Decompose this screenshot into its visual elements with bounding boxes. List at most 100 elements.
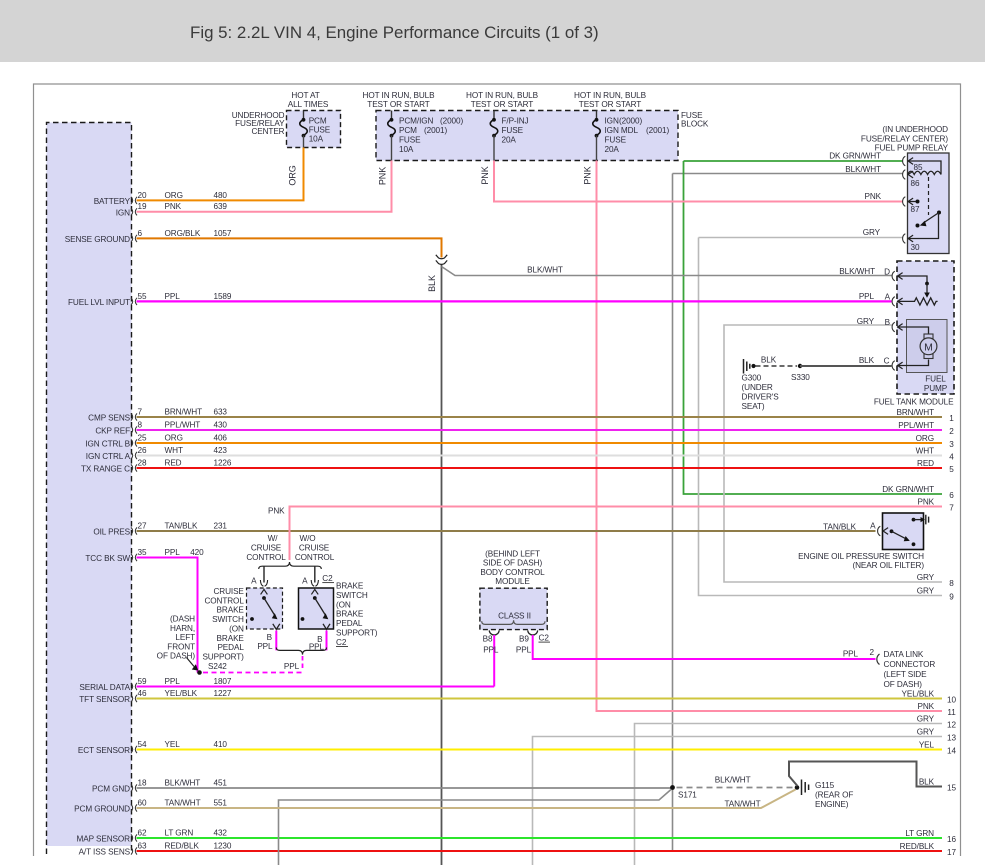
svg-text:TEST OR START: TEST OR START (367, 100, 429, 109)
svg-text:PPL: PPL (165, 677, 181, 686)
svg-text:TAN/WHT: TAN/WHT (165, 798, 201, 807)
svg-text:FUSE: FUSE (502, 126, 524, 135)
svg-text:PCM/IGN: PCM/IGN (399, 116, 434, 125)
svg-text:20: 20 (138, 191, 147, 200)
svg-text:15: 15 (947, 783, 956, 792)
svg-text:25: 25 (138, 433, 147, 442)
svg-text:PPL: PPL (257, 642, 273, 651)
svg-text:PPL/WHT: PPL/WHT (898, 421, 934, 430)
svg-text:(2001): (2001) (424, 126, 447, 135)
svg-text:WHT: WHT (165, 446, 183, 455)
svg-text:430: 430 (214, 420, 228, 429)
svg-text:(2001): (2001) (646, 126, 669, 135)
svg-text:7: 7 (949, 503, 954, 512)
svg-text:11: 11 (947, 708, 956, 717)
svg-text:6: 6 (949, 491, 954, 500)
svg-text:SENSE GROUND: SENSE GROUND (65, 235, 130, 244)
svg-text:BLK/WHT: BLK/WHT (715, 776, 751, 785)
svg-text:551: 551 (214, 798, 228, 807)
svg-text:420: 420 (190, 548, 204, 557)
svg-text:B9: B9 (519, 635, 529, 644)
svg-text:CONNECTOR: CONNECTOR (884, 660, 936, 669)
svg-text:27: 27 (138, 521, 147, 530)
svg-text:BLK: BLK (427, 275, 437, 292)
svg-text:MAP SENSOR: MAP SENSOR (77, 835, 131, 844)
svg-text:5: 5 (949, 465, 954, 474)
svg-text:TCC BK SW: TCC BK SW (85, 554, 130, 563)
svg-text:ENGINE): ENGINE) (815, 800, 849, 809)
svg-text:62: 62 (138, 828, 147, 837)
svg-text:406: 406 (214, 433, 228, 442)
svg-text:SWITCH: SWITCH (336, 591, 368, 600)
svg-text:IGN CTRL A: IGN CTRL A (86, 452, 131, 461)
svg-text:1807: 1807 (214, 677, 232, 686)
svg-text:(ON: (ON (229, 624, 244, 633)
svg-text:W/O: W/O (299, 534, 315, 543)
svg-text:DK GRN/WHT: DK GRN/WHT (882, 485, 934, 494)
svg-text:87: 87 (911, 205, 920, 214)
svg-text:LEFT: LEFT (175, 633, 195, 642)
svg-text:LT GRN: LT GRN (165, 828, 194, 837)
svg-text:YEL: YEL (165, 740, 181, 749)
svg-text:4: 4 (949, 452, 954, 461)
svg-text:IGN: IGN (605, 116, 619, 125)
svg-text:46: 46 (138, 689, 147, 698)
svg-text:BRAKE: BRAKE (336, 582, 364, 591)
svg-text:MODULE: MODULE (495, 577, 530, 586)
svg-text:ENGINE OIL PRESSURE SWITCH: ENGINE OIL PRESSURE SWITCH (798, 552, 924, 561)
svg-text:FUSE/RELAY CENTER): FUSE/RELAY CENTER) (861, 134, 948, 143)
svg-text:CONTROL: CONTROL (246, 553, 286, 562)
svg-text:A: A (885, 293, 891, 302)
svg-text:YEL/BLK: YEL/BLK (165, 689, 198, 698)
svg-text:CRUISE: CRUISE (251, 543, 282, 552)
svg-text:(IN UNDERHOOD: (IN UNDERHOOD (882, 125, 948, 134)
svg-text:OF DASH): OF DASH) (884, 680, 923, 689)
svg-text:BRAKE: BRAKE (336, 610, 364, 619)
svg-text:451: 451 (214, 778, 228, 787)
svg-text:HOT IN RUN, BULB: HOT IN RUN, BULB (363, 91, 436, 100)
svg-text:B: B (267, 633, 273, 642)
svg-text:1589: 1589 (214, 292, 232, 301)
svg-text:PNK: PNK (480, 166, 490, 184)
svg-text:S171: S171 (678, 791, 697, 800)
svg-text:20A: 20A (605, 145, 620, 154)
svg-text:BLK: BLK (919, 777, 935, 786)
svg-text:TAN/BLK: TAN/BLK (823, 523, 856, 532)
svg-text:ORG: ORG (165, 191, 183, 200)
svg-text:54: 54 (138, 740, 147, 749)
svg-text:PPL: PPL (859, 292, 875, 301)
svg-text:18: 18 (138, 778, 147, 787)
svg-text:TEST OR START: TEST OR START (579, 100, 641, 109)
svg-text:PPL: PPL (843, 650, 859, 659)
svg-text:YEL: YEL (919, 740, 935, 749)
svg-text:PNK: PNK (917, 497, 934, 506)
svg-text:639: 639 (214, 202, 228, 211)
svg-text:PCM GROUND: PCM GROUND (74, 805, 130, 814)
svg-text:OIL PRES: OIL PRES (93, 528, 130, 537)
svg-text:GRY: GRY (917, 727, 935, 736)
svg-text:(ON: (ON (336, 600, 351, 609)
svg-text:16: 16 (947, 835, 956, 844)
svg-text:PNK: PNK (165, 202, 182, 211)
svg-text:HARN,: HARN, (170, 624, 195, 633)
svg-text:FUSE: FUSE (399, 135, 421, 144)
svg-text:PPL: PPL (165, 548, 181, 557)
svg-text:C2: C2 (336, 638, 347, 647)
svg-text:1230: 1230 (214, 841, 232, 850)
svg-text:SUPPORT): SUPPORT) (202, 652, 244, 661)
svg-text:TAN/WHT: TAN/WHT (725, 800, 761, 809)
svg-text:G300: G300 (742, 374, 762, 383)
svg-text:2: 2 (870, 648, 875, 657)
svg-text:DATA LINK: DATA LINK (884, 650, 924, 659)
svg-text:SWITCH: SWITCH (212, 615, 244, 624)
svg-text:20A: 20A (502, 135, 517, 144)
svg-text:W/: W/ (268, 534, 279, 543)
svg-text:CONTROL: CONTROL (204, 596, 244, 605)
svg-text:BRN/WHT: BRN/WHT (165, 407, 203, 416)
svg-text:A: A (251, 576, 257, 585)
svg-text:SIDE OF DASH): SIDE OF DASH) (483, 559, 543, 568)
svg-text:10A: 10A (399, 145, 414, 154)
svg-text:6: 6 (138, 229, 143, 238)
svg-text:85: 85 (914, 163, 923, 172)
svg-text:PEDAL: PEDAL (217, 643, 244, 652)
